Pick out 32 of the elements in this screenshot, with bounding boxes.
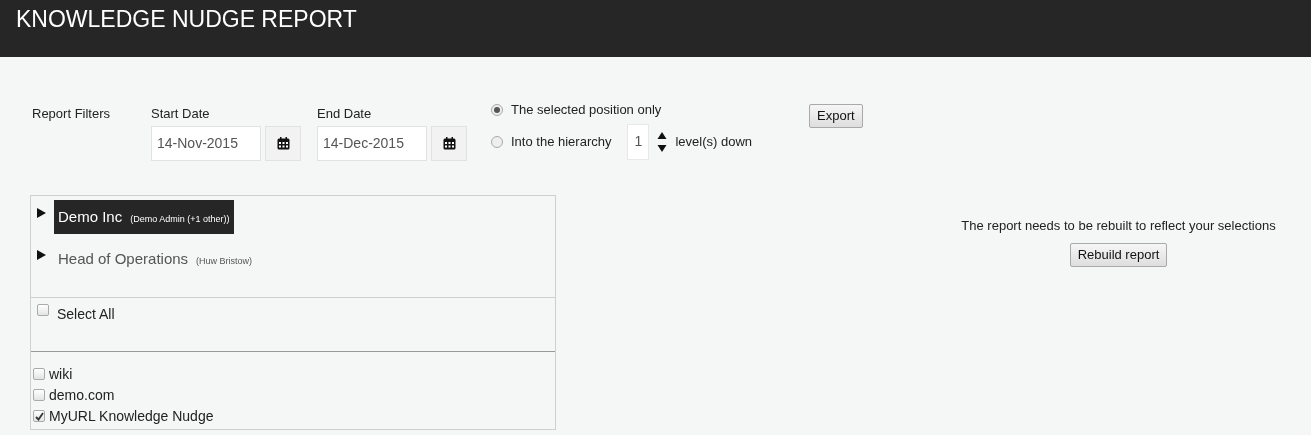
levels-field[interactable]: 1 (627, 123, 650, 160)
checkbox[interactable] (33, 368, 45, 380)
option-label: Into the hierarchy (511, 132, 612, 151)
checkbox[interactable] (37, 303, 49, 316)
end-date-label: End Date (317, 105, 373, 123)
calendar-button[interactable] (265, 125, 301, 161)
page-title: KNOWLEDGE NUDGE REPORT (16, 6, 358, 34)
expand-arrow-icon[interactable] (37, 250, 46, 260)
radio-button[interactable] (491, 103, 503, 116)
expand-arrow-icon[interactable] (37, 207, 46, 218)
rebuild-message: The report needs to be rebuilt to reflect your selections (961, 216, 1276, 235)
option-label: The selected position only (511, 101, 662, 119)
tree-node[interactable]: Demo Inc (Demo Admin (+1 other)) (54, 199, 234, 234)
checkbox[interactable] (33, 410, 45, 422)
start-date-field[interactable]: 14-Nov-2015 (151, 125, 261, 161)
source-label: MyURL Knowledge Nudge (49, 406, 214, 426)
checkbox[interactable] (33, 389, 45, 401)
end-date-field[interactable]: 14-Dec-2015 (317, 125, 427, 161)
export-button[interactable]: Export (809, 104, 863, 128)
rebuild-button[interactable]: Rebuild report (1069, 243, 1168, 267)
spinner-arrows-icon[interactable] (657, 130, 668, 153)
calendar-icon (442, 136, 456, 150)
calendar-button[interactable] (431, 125, 467, 161)
source-label: demo.com (49, 385, 115, 405)
levels-suffix: level(s) down (675, 132, 753, 151)
calendar-icon (276, 136, 290, 150)
select-all-label: Select All (57, 304, 115, 324)
radio-button[interactable] (491, 135, 503, 148)
source-label: wiki (49, 364, 73, 384)
tree-node[interactable]: Head of Operations (Huw Bristow) (54, 242, 257, 277)
filters-label: Report Filters (32, 105, 112, 123)
start-date-label: Start Date (151, 105, 211, 123)
